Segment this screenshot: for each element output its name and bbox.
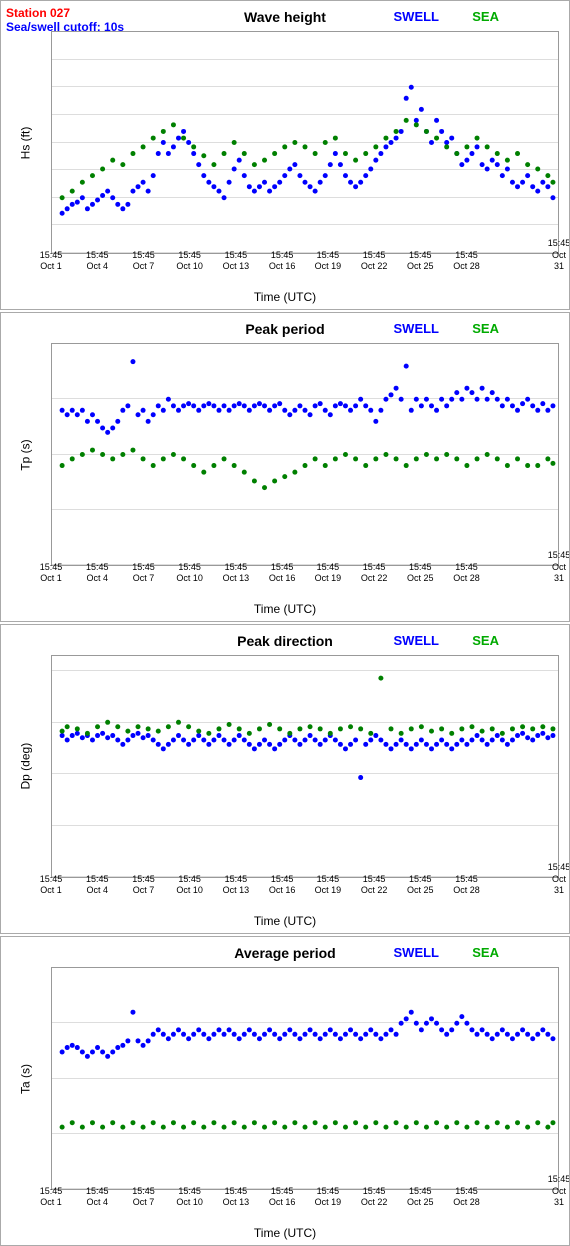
chart1-swell-legend: SWELL xyxy=(394,9,440,24)
chart2-area: 0 5 10 15 20 xyxy=(51,343,559,566)
x-tick: 15:45Oct 31 xyxy=(548,238,570,273)
x-tick: 15:45Oct 1 xyxy=(40,874,63,897)
x-tick: 15:45Oct 16 xyxy=(269,874,296,897)
x-tick: 15:45Oct 1 xyxy=(40,1186,63,1209)
chart1-dots xyxy=(52,32,558,253)
chart2-swell-legend: SWELL xyxy=(394,321,440,336)
x-tick: 15:45Oct 7 xyxy=(132,562,155,585)
chart1-area: 0.0 0.5 1.0 1.5 2.0 2.5 3.0 3.5 4.0 xyxy=(51,31,559,254)
chart3-y-label: Dp (deg) xyxy=(19,744,33,789)
x-tick: 15:45Oct 22 xyxy=(361,562,388,585)
x-tick: 15:45Oct 4 xyxy=(86,874,109,897)
x-tick: 15:45Oct 16 xyxy=(269,250,296,273)
x-tick: 15:45Oct 28 xyxy=(453,250,480,273)
x-tick: 15:45Oct 4 xyxy=(86,1186,109,1209)
x-tick: 15:45Oct 1 xyxy=(40,250,63,273)
chart3-sea-legend: SEA xyxy=(472,633,499,648)
x-tick: 15:45Oct 16 xyxy=(269,562,296,585)
x-tick: 15:45Oct 13 xyxy=(223,250,250,273)
average-period-chart: Average period SWELL SEA Ta (s) 0 5 10 1… xyxy=(0,936,570,1246)
x-tick: 15:45Oct 31 xyxy=(548,1174,570,1209)
x-tick: 15:45Oct 10 xyxy=(176,562,203,585)
x-tick: 15:45Oct 25 xyxy=(407,1186,434,1209)
wave-height-chart: Station 027 Sea/swell cutoff: 10s Wave h… xyxy=(0,0,570,310)
chart2-x-label: Time (UTC) xyxy=(1,602,569,616)
x-tick: 15:45Oct 1 xyxy=(40,562,63,585)
chart4-y-label: Ta (s) xyxy=(19,1056,33,1101)
x-tick: 15:45Oct 10 xyxy=(176,874,203,897)
x-tick: 15:45Oct 13 xyxy=(223,1186,250,1209)
x-tick: 15:45Oct 13 xyxy=(223,562,250,585)
x-tick: 15:45Oct 4 xyxy=(86,250,109,273)
chart4-x-label: Time (UTC) xyxy=(1,1226,569,1240)
x-tick: 15:45Oct 25 xyxy=(407,562,434,585)
x-tick: 15:45Oct 7 xyxy=(132,874,155,897)
x-tick: 15:45Oct 28 xyxy=(453,874,480,897)
x-tick: 15:45Oct 28 xyxy=(453,1186,480,1209)
chart4-area: 0 5 10 15 20 xyxy=(51,967,559,1190)
x-tick: 15:45Oct 10 xyxy=(176,250,203,273)
x-tick: 15:45Oct 10 xyxy=(176,1186,203,1209)
chart2-dots xyxy=(52,344,558,565)
chart4-dots xyxy=(52,968,558,1189)
x-tick: 15:45Oct 22 xyxy=(361,1186,388,1209)
chart3-x-label: Time (UTC) xyxy=(1,914,569,928)
chart2-y-label: Tp (s) xyxy=(19,432,33,477)
x-tick: 15:45Oct 19 xyxy=(315,250,342,273)
x-tick: 15:45Oct 7 xyxy=(132,1186,155,1209)
chart3-swell-legend: SWELL xyxy=(394,633,440,648)
x-tick: 15:45Oct 22 xyxy=(361,250,388,273)
x-tick: 15:45Oct 22 xyxy=(361,874,388,897)
x-tick: 15:45Oct 31 xyxy=(548,862,570,897)
chart4-swell-legend: SWELL xyxy=(394,945,440,960)
x-tick: 15:45Oct 31 xyxy=(548,550,570,585)
chart1-sea-legend: SEA xyxy=(472,9,499,24)
x-tick: 15:45Oct 19 xyxy=(315,874,342,897)
x-tick: 15:45Oct 4 xyxy=(86,562,109,585)
x-tick: 15:45Oct 25 xyxy=(407,250,434,273)
x-tick: 15:45Oct 16 xyxy=(269,1186,296,1209)
peak-direction-chart: Peak direction SWELL SEA Dp (deg) -70 30… xyxy=(0,624,570,934)
chart4-sea-legend: SEA xyxy=(472,945,499,960)
chart3-area: -70 30 130 230 330 xyxy=(51,655,559,878)
chart2-sea-legend: SEA xyxy=(472,321,499,336)
x-tick: 15:45Oct 25 xyxy=(407,874,434,897)
chart1-x-label: Time (UTC) xyxy=(1,290,569,304)
x-tick: 15:45Oct 28 xyxy=(453,562,480,585)
x-tick: 15:45Oct 13 xyxy=(223,874,250,897)
peak-period-chart: Peak period SWELL SEA Tp (s) 0 5 10 15 2… xyxy=(0,312,570,622)
x-tick: 15:45Oct 7 xyxy=(132,250,155,273)
x-tick: 15:45Oct 19 xyxy=(315,1186,342,1209)
chart1-y-label: Hs (ft) xyxy=(19,120,33,165)
chart3-dots xyxy=(52,656,558,877)
x-tick: 15:45Oct 19 xyxy=(315,562,342,585)
